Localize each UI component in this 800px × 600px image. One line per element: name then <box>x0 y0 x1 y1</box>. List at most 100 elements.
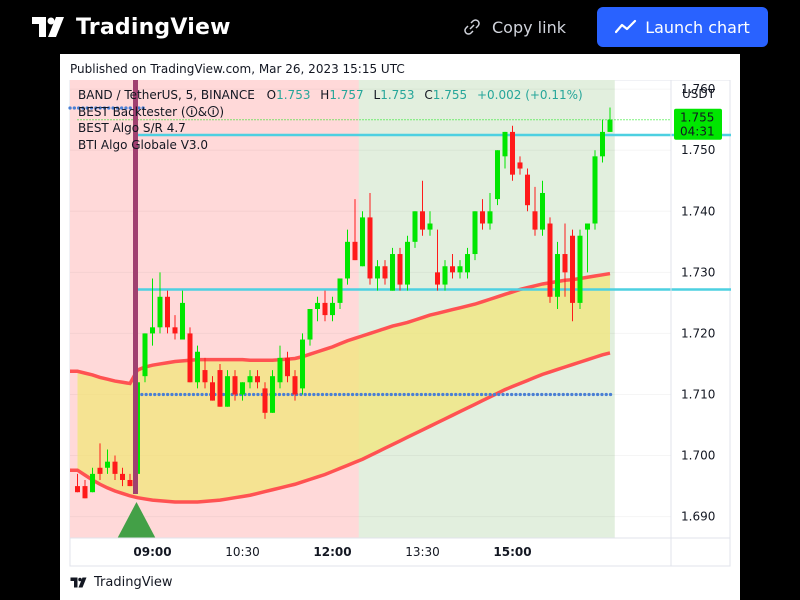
copy-link-label: Copy link <box>492 17 566 37</box>
candle-body <box>412 211 418 242</box>
candle-body <box>240 382 245 395</box>
indicator-label-3[interactable]: BTI Algo Globale V3.0 <box>78 138 208 152</box>
candle[interactable] <box>397 247 403 291</box>
candle-body <box>367 217 373 279</box>
candle-body <box>150 327 155 334</box>
candle-body <box>532 211 538 230</box>
candle-body <box>127 479 133 487</box>
legend-h-label: H <box>320 88 329 102</box>
candle[interactable] <box>165 290 170 334</box>
candle[interactable] <box>547 217 553 303</box>
candle-body <box>90 473 95 493</box>
candle-body <box>165 296 170 328</box>
candle-body <box>442 266 448 285</box>
candle[interactable] <box>217 363 223 407</box>
chart-card: Published on TradingView.com, Mar 26, 20… <box>60 54 740 600</box>
x-tick-label: 10:30 <box>225 545 260 559</box>
candle-body <box>435 272 440 285</box>
candle-body <box>262 388 268 413</box>
candle-body <box>330 302 335 316</box>
candle-body <box>480 211 485 224</box>
candle-body <box>105 461 110 468</box>
candle-body <box>187 333 193 383</box>
candle-body <box>270 376 275 413</box>
candle[interactable] <box>495 150 500 206</box>
y-tick-label: 1.690 <box>681 510 715 524</box>
candle[interactable] <box>187 327 193 383</box>
candle-body <box>180 302 185 340</box>
tradingview-logo-icon <box>70 577 87 588</box>
legend-l-value: 1.753 <box>380 88 414 102</box>
tradingview-logo[interactable]: TradingView <box>32 12 231 42</box>
y-tick-label: 1.740 <box>681 204 715 218</box>
candle-body <box>307 309 313 340</box>
candle-body <box>285 357 290 377</box>
chart-line-icon <box>615 19 637 34</box>
candle-body <box>247 376 253 383</box>
candle-body <box>202 370 208 383</box>
launch-chart-button[interactable]: Launch chart <box>597 7 768 47</box>
legend-o-label: O <box>267 88 276 102</box>
candle[interactable] <box>510 125 515 181</box>
top-bar: TradingView Copy link Launch chart <box>0 0 800 54</box>
candle-body <box>585 223 590 230</box>
legend-c-value: 1.755 <box>433 88 467 102</box>
candle-body <box>397 254 403 285</box>
candle-body <box>292 376 298 395</box>
candle-body <box>472 211 478 255</box>
candle[interactable] <box>142 333 148 383</box>
candle-body <box>120 473 125 480</box>
candle-body <box>517 162 523 169</box>
candle-body <box>375 266 380 279</box>
price-badge-countdown: 04:31 <box>680 125 715 139</box>
brand-name: TradingView <box>76 14 231 40</box>
candle[interactable] <box>390 247 395 291</box>
candle-body <box>600 131 605 157</box>
candle[interactable] <box>360 211 365 267</box>
indicator-label-2[interactable]: BEST Algo S/R 4.7 <box>78 121 186 135</box>
legend-h-value: 1.757 <box>329 88 363 102</box>
candlestick-chart[interactable]: USDT 1.6901.7001.7101.7201.7301.7401.750… <box>60 80 740 570</box>
candle-body <box>502 131 508 157</box>
indicator-label-1[interactable]: BEST Backtester (🛈&🛈) <box>78 105 224 119</box>
x-tick-label: 13:30 <box>405 545 440 559</box>
candle[interactable] <box>525 168 530 212</box>
candle[interactable] <box>405 235 410 291</box>
candle-body <box>487 211 493 224</box>
copy-link-button[interactable]: Copy link <box>462 14 566 40</box>
candle-body <box>300 339 305 389</box>
candle-body <box>577 235 583 303</box>
candle-body <box>97 467 103 474</box>
candle-body <box>450 266 455 273</box>
legend-ohlc: BAND / TetherUS, 5, BINANCE O1.753 H1.75… <box>78 88 583 102</box>
candle-body <box>112 461 118 474</box>
candle-body <box>232 376 238 395</box>
candle[interactable] <box>577 229 583 309</box>
candle-body <box>405 241 410 285</box>
candle-body <box>195 351 200 383</box>
candle[interactable] <box>300 333 305 395</box>
candle-body <box>540 192 545 230</box>
legend-o-value: 1.753 <box>276 88 310 102</box>
candle-body <box>360 217 365 267</box>
candle-body <box>322 302 328 316</box>
legend-c-label: C <box>424 88 432 102</box>
candle-body <box>345 241 350 279</box>
candle-body <box>465 254 470 273</box>
candle[interactable] <box>472 211 478 261</box>
candle-body <box>420 211 425 230</box>
candle-body <box>607 119 613 132</box>
footer-logo[interactable]: TradingView <box>70 575 173 590</box>
candle-body <box>427 223 433 230</box>
candle-body <box>495 150 500 200</box>
candle[interactable] <box>195 345 200 389</box>
x-tick-label: 09:00 <box>133 545 171 559</box>
candle-body <box>592 156 598 224</box>
candle[interactable] <box>270 370 275 413</box>
legend-change: +0.002 (+0.11%) <box>477 88 583 102</box>
candle-body <box>172 327 178 334</box>
y-tick-label: 1.730 <box>681 265 715 279</box>
legend-symbol: BAND / TetherUS, 5, BINANCE <box>78 88 255 102</box>
candle[interactable] <box>592 150 598 230</box>
candle-body <box>255 376 260 383</box>
